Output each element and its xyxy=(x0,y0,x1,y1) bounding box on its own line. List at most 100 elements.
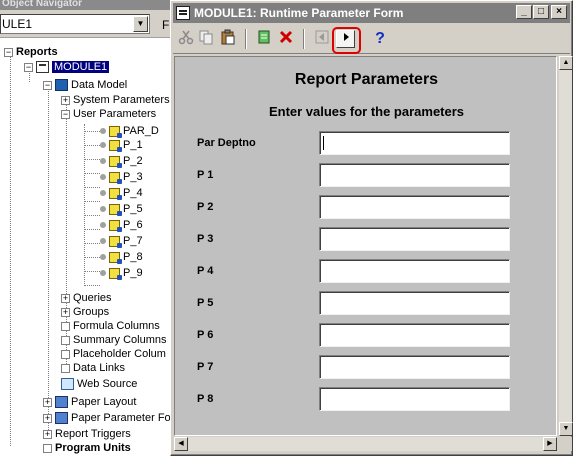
form-subtitle: Enter values for the parameters xyxy=(268,104,465,119)
module-select[interactable]: ULE1 ▼ xyxy=(0,14,150,34)
object-navigator-tree: − Reports − MODULE1 − Data Model + Syste… xyxy=(0,40,172,456)
tree-item-label: Data Model xyxy=(71,79,128,91)
scroll-down-icon[interactable]: ▼ xyxy=(559,422,573,436)
minimize-button[interactable]: _ xyxy=(516,5,532,19)
tree-item-label: Report Triggers xyxy=(55,428,131,440)
tree-item-reports[interactable]: − Reports xyxy=(4,45,58,59)
param-label-p8: P 8 xyxy=(197,393,214,405)
param-label-p6: P 6 xyxy=(197,329,214,341)
bullet-icon xyxy=(100,128,106,134)
param-input-p8[interactable] xyxy=(319,387,510,411)
param-input-p2[interactable] xyxy=(319,195,510,219)
module-select-value: ULE1 xyxy=(2,17,33,31)
parameter-icon xyxy=(109,155,122,168)
run-report-icon xyxy=(343,33,349,41)
tree-item-placeholder-columns[interactable]: Placeholder Colum xyxy=(61,347,166,361)
tree-item-p8[interactable]: P_8 xyxy=(100,250,143,264)
tree-item-p7[interactable]: P_7 xyxy=(100,234,143,248)
paper-layout-icon xyxy=(55,396,68,408)
tree-item-summary-columns[interactable]: Summary Columns xyxy=(61,333,167,347)
scroll-left-icon[interactable]: ◀ xyxy=(174,437,188,451)
tree-item-paper-layout[interactable]: + Paper Layout xyxy=(43,395,136,409)
param-label-p5: P 5 xyxy=(197,297,214,309)
param-input-p6[interactable] xyxy=(319,323,510,347)
param-input-p1[interactable] xyxy=(319,163,510,187)
tree-item-p6[interactable]: P_6 xyxy=(100,218,143,232)
expand-icon[interactable]: + xyxy=(43,429,52,439)
tree-item-p5[interactable]: P_5 xyxy=(100,202,143,216)
collapse-icon[interactable]: − xyxy=(61,109,70,119)
tree-item-p2[interactable]: P_2 xyxy=(100,154,143,168)
chevron-down-icon[interactable]: ▼ xyxy=(133,16,148,32)
tree-item-label: P_9 xyxy=(123,267,143,279)
close-button[interactable]: × xyxy=(551,5,567,19)
param-input-par-deptno[interactable] xyxy=(319,131,510,155)
horizontal-scrollbar[interactable]: ◀ ▶ xyxy=(174,437,557,451)
param-input-p3[interactable] xyxy=(319,227,510,251)
cut-icon[interactable] xyxy=(175,29,197,49)
scroll-right-icon[interactable]: ▶ xyxy=(543,437,557,451)
window-titlebar[interactable]: MODULE1: Runtime Parameter Form _ □ × xyxy=(173,3,570,23)
tree-item-paper-parameter-form[interactable]: + Paper Parameter Fo xyxy=(43,411,171,425)
parameter-icon xyxy=(109,203,122,216)
collapse-icon[interactable]: − xyxy=(4,47,13,57)
expand-icon[interactable]: + xyxy=(61,293,70,303)
report-module-icon xyxy=(176,6,190,20)
tree-item-groups[interactable]: + Groups xyxy=(61,305,109,319)
param-label-p3: P 3 xyxy=(197,233,214,245)
empty-node-icon xyxy=(61,363,70,373)
paste-icon[interactable] xyxy=(217,29,239,49)
parameter-icon xyxy=(109,235,122,248)
text-caret xyxy=(323,136,324,150)
paper-parameter-form-icon xyxy=(55,412,68,424)
collapse-icon[interactable]: − xyxy=(43,80,52,90)
tree-item-p3[interactable]: P_3 xyxy=(100,170,143,184)
navigator-toolbar-f: F xyxy=(162,18,170,32)
cancel-icon[interactable] xyxy=(275,29,297,49)
vertical-scrollbar[interactable]: ▲ ▼ xyxy=(558,56,573,436)
expand-icon[interactable]: + xyxy=(43,397,52,407)
tree-item-label: P_5 xyxy=(123,203,143,215)
tree-item-p1[interactable]: P_1 xyxy=(100,138,143,152)
bullet-icon xyxy=(100,222,106,228)
size-grip[interactable] xyxy=(558,437,572,451)
param-input-p7[interactable] xyxy=(319,355,510,379)
copy-icon[interactable] xyxy=(195,29,217,49)
tree-item-par-d[interactable]: PAR_D xyxy=(100,124,159,138)
tree-item-web-source[interactable]: Web Source xyxy=(61,377,137,391)
maximize-button[interactable]: □ xyxy=(533,5,549,19)
tree-item-program-units[interactable]: Program Units xyxy=(43,441,131,455)
tree-item-user-parameters[interactable]: − User Parameters xyxy=(61,107,156,121)
tree-item-label: Program Units xyxy=(55,442,131,454)
help-icon[interactable]: ? xyxy=(369,29,391,49)
run-report-button[interactable] xyxy=(336,30,355,48)
tree-item-label: Placeholder Colum xyxy=(73,348,166,360)
param-input-p5[interactable] xyxy=(319,291,510,315)
parameter-icon xyxy=(109,171,122,184)
tree-item-label: Summary Columns xyxy=(73,334,167,346)
tree-item-data-model[interactable]: − Data Model xyxy=(43,78,127,92)
tree-item-system-parameters[interactable]: + System Parameters xyxy=(61,93,170,107)
tree-item-p9[interactable]: P_9 xyxy=(100,266,143,280)
previous-icon[interactable] xyxy=(311,29,333,49)
parameter-icon xyxy=(109,139,122,152)
expand-icon[interactable]: + xyxy=(43,413,52,423)
param-label-p1: P 1 xyxy=(197,169,214,181)
expand-icon[interactable]: + xyxy=(61,95,70,105)
tree-item-queries[interactable]: + Queries xyxy=(61,291,112,305)
tree-item-report-triggers[interactable]: + Report Triggers xyxy=(43,427,131,441)
tree-item-label: Data Links xyxy=(73,362,125,374)
parameter-form-area: Report Parameters Enter values for the p… xyxy=(174,56,557,436)
parameter-icon xyxy=(109,187,122,200)
expand-icon[interactable]: + xyxy=(61,307,70,317)
param-label-p4: P 4 xyxy=(197,265,214,277)
tree-item-p4[interactable]: P_4 xyxy=(100,186,143,200)
tree-item-data-links[interactable]: Data Links xyxy=(61,361,125,375)
tree-item-module1[interactable]: − MODULE1 xyxy=(24,60,110,74)
scroll-up-icon[interactable]: ▲ xyxy=(559,56,573,70)
tree-item-label: System Parameters xyxy=(73,94,170,106)
collapse-icon[interactable]: − xyxy=(24,62,33,72)
param-input-p4[interactable] xyxy=(319,259,510,283)
validate-icon[interactable] xyxy=(253,29,275,49)
tree-item-formula-columns[interactable]: Formula Columns xyxy=(61,319,160,333)
